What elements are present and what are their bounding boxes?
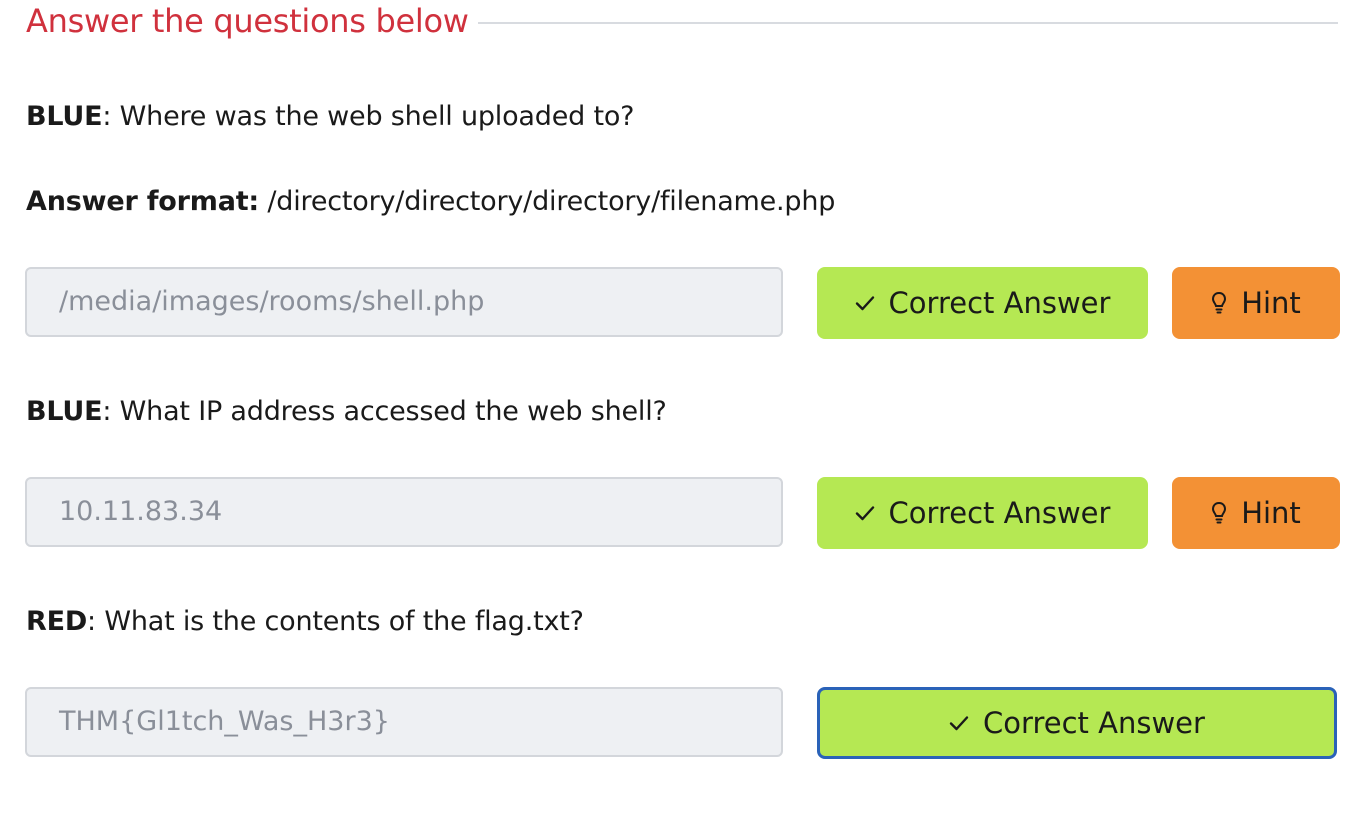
- check-icon: [855, 505, 875, 521]
- question-1-prompt: : Where was the web shell uploaded to?: [102, 101, 635, 132]
- question-2-correct-answer-button[interactable]: Correct Answer: [817, 477, 1148, 549]
- question-3-team: RED: [26, 606, 88, 637]
- answer-format-value: /directory/directory/directory/filename.…: [259, 186, 836, 217]
- question-1-correct-answer-button[interactable]: Correct Answer: [817, 267, 1148, 339]
- question-3-correct-answer-button[interactable]: Correct Answer: [817, 687, 1337, 759]
- question-1-team: BLUE: [26, 101, 103, 132]
- question-2-hint-button[interactable]: Hint: [1172, 477, 1340, 549]
- correct-answer-label: Correct Answer: [888, 496, 1111, 530]
- correct-answer-label: Correct Answer: [983, 706, 1205, 740]
- question-3-prompt: : What is the contents of the flag.txt?: [87, 606, 584, 637]
- section-divider: [478, 22, 1338, 24]
- hint-label: Hint: [1241, 496, 1301, 530]
- question-3-answer-field[interactable]: THM{Gl1tch_Was_H3r3}: [25, 687, 783, 757]
- question-1-text: BLUE: Where was the web shell uploaded t…: [26, 101, 634, 132]
- answer-format-label: Answer format:: [26, 186, 260, 217]
- question-2-answer-field[interactable]: 10.11.83.34: [25, 477, 783, 547]
- question-3-text: RED: What is the contents of the flag.tx…: [26, 606, 584, 637]
- question-1-hint-button[interactable]: Hint: [1172, 267, 1340, 339]
- question-2-prompt: : What IP address accessed the web shell…: [102, 396, 667, 427]
- lightbulb-icon: [1211, 291, 1227, 315]
- correct-answer-label: Correct Answer: [888, 286, 1111, 320]
- question-2-team: BLUE: [26, 396, 103, 427]
- hint-label: Hint: [1241, 286, 1301, 320]
- section-title: Answer the questions below: [26, 2, 469, 40]
- lightbulb-icon: [1211, 501, 1227, 525]
- question-2-text: BLUE: What IP address accessed the web s…: [26, 396, 667, 427]
- section-header: Answer the questions below: [26, 0, 1338, 46]
- question-1-answer-format: Answer format: /directory/directory/dire…: [26, 186, 835, 217]
- check-icon: [855, 295, 875, 311]
- question-1-answer-field[interactable]: /media/images/rooms/shell.php: [25, 267, 783, 337]
- check-icon: [949, 715, 969, 731]
